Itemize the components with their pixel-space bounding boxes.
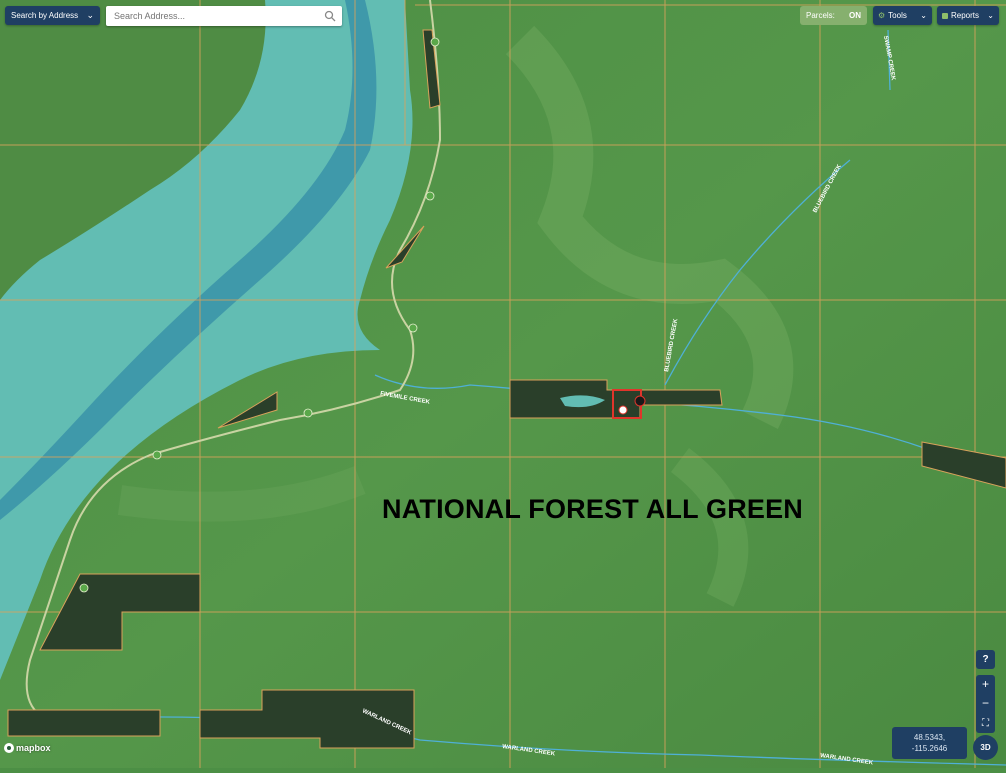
tools-button[interactable]: ⚙ Tools ⌄ <box>873 6 932 25</box>
mapbox-logo[interactable]: mapbox <box>4 743 51 753</box>
parcels-toggle[interactable]: Parcels: ON <box>800 6 867 25</box>
zoom-in-button[interactable]: + <box>976 676 995 693</box>
parcels-state: ON <box>849 11 861 20</box>
search-input[interactable] <box>112 6 316 26</box>
map-svg: SWAMP CREEK BLUEBIRD CREEK BLUEBIRD CREE… <box>0 0 1006 768</box>
fullscreen-button[interactable]: ⛶ <box>976 715 995 732</box>
longitude: -115.2646 <box>911 744 948 753</box>
parcel <box>7 709 161 737</box>
latitude: 48.5343, <box>913 733 946 742</box>
mapbox-label: mapbox <box>16 743 51 753</box>
parcels-label: Parcels: <box>806 11 835 20</box>
chevron-down-icon: ⌄ <box>987 11 994 20</box>
3d-label: 3D <box>980 743 991 752</box>
tools-label: Tools <box>888 11 907 20</box>
report-icon <box>942 12 948 19</box>
zoom-out-button[interactable]: − <box>976 695 995 712</box>
reports-label: Reports <box>951 11 980 20</box>
chevron-down-icon: ⌄ <box>920 11 927 20</box>
zoom-controls: + − ⛶ <box>976 675 995 733</box>
help-button[interactable]: ? <box>976 650 995 669</box>
search-bar <box>106 6 342 26</box>
help-icon: ? <box>982 654 989 665</box>
map-canvas[interactable]: SWAMP CREEK BLUEBIRD CREEK BLUEBIRD CREE… <box>0 0 1006 768</box>
search-mode-dropdown[interactable]: Search by Address ⌄ <box>5 6 100 25</box>
map-overlay-title: NATIONAL FOREST ALL GREEN <box>382 494 804 524</box>
search-icon[interactable] <box>324 10 336 22</box>
3d-view-button[interactable]: 3D <box>973 735 998 760</box>
coordinates-readout: 48.5343, -115.2646 <box>892 727 967 759</box>
pin-icon <box>634 395 646 407</box>
gear-icon: ⚙ <box>878 11 886 20</box>
location-marker-icon <box>618 405 628 415</box>
mapbox-icon <box>4 743 14 753</box>
search-mode-label: Search by Address <box>11 11 79 20</box>
reports-button[interactable]: Reports ⌄ <box>937 6 999 25</box>
chevron-down-icon: ⌄ <box>86 10 94 20</box>
